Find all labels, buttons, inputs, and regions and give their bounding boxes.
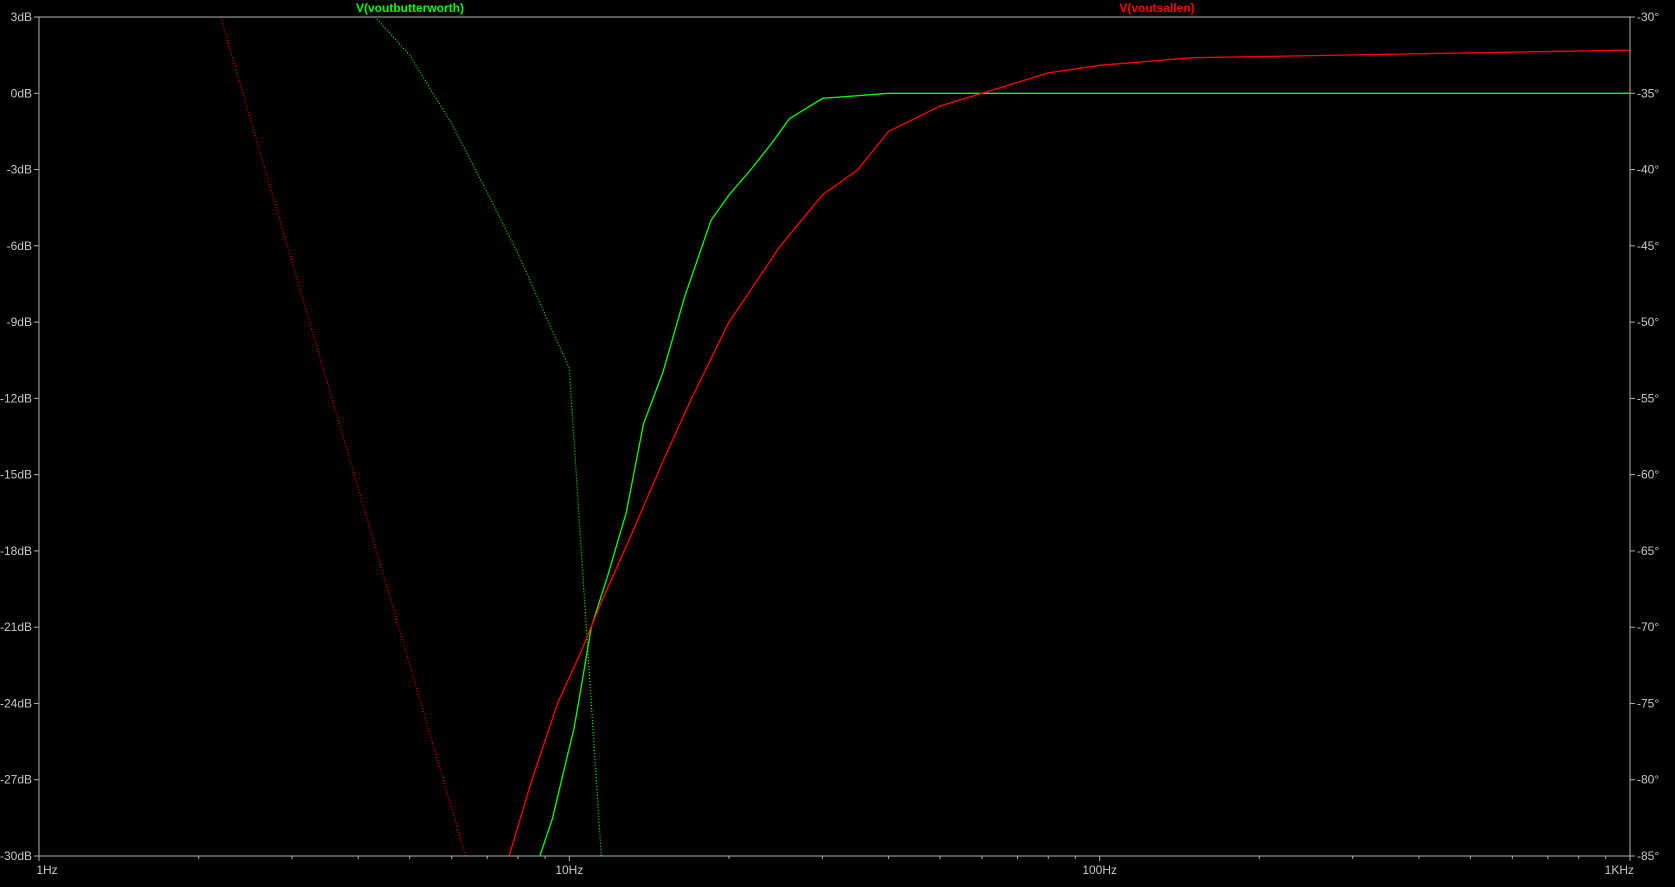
y-right-tick-label: -50° <box>1637 315 1659 329</box>
y-right-tick-label: -30° <box>1637 10 1659 24</box>
y-right-tick-label: -35° <box>1637 86 1659 100</box>
y-left-tick-label: -15dB <box>0 468 32 482</box>
y-left-tick-label: 0dB <box>11 86 32 100</box>
x-tick-label: 1Hz <box>36 863 57 877</box>
y-left-tick-label: 3dB <box>11 10 32 24</box>
y-right-tick-label: -40° <box>1637 163 1659 177</box>
y-right-tick-label: -80° <box>1637 773 1659 787</box>
y-left-tick-label: -18dB <box>0 544 32 558</box>
y-left-tick-label: -21dB <box>0 620 32 634</box>
y-left-tick-label: -6dB <box>7 239 32 253</box>
bode-plot[interactable]: 3dB 0dB -3dB -6dB -9dB -12dB -15dB -18dB -21dB -2… <box>0 0 1675 887</box>
y-left-tick-label: -24dB <box>0 696 32 710</box>
y-right-tick-label: -85° <box>1637 849 1659 863</box>
x-tick-label: 10Hz <box>555 863 583 877</box>
legend-entry: V(voutbutterworth) <box>356 1 464 15</box>
ticks-layer: 3dB 0dB -3dB -6dB -9dB -12dB -15dB -18dB -21dB -2… <box>0 10 1659 877</box>
y-right-tick-label: -70° <box>1637 620 1659 634</box>
legend: V(voutbutterworth) V(voutsallen) <box>356 1 1195 15</box>
series-layer <box>220 17 1630 856</box>
y-right-tick-label: -45° <box>1637 239 1659 253</box>
y-right-tick-label: -55° <box>1637 391 1659 405</box>
x-tick-label: 1KHz <box>1605 863 1634 877</box>
y-right-tick-label: -65° <box>1637 544 1659 558</box>
series-phase-line <box>220 17 467 856</box>
y-left-tick-label: -3dB <box>7 163 32 177</box>
x-tick-label: 100Hz <box>1082 863 1117 877</box>
series-magnitude-line <box>508 49 1630 856</box>
y-left-tick-label: -30dB <box>0 849 32 863</box>
series-magnitude-line <box>539 92 1630 856</box>
y-left-tick-label: -27dB <box>0 773 32 787</box>
y-left-tick-label: -9dB <box>7 315 32 329</box>
y-right-tick-label: -60° <box>1637 468 1659 482</box>
legend-entry: V(voutsallen) <box>1119 1 1194 15</box>
y-right-tick-label: -75° <box>1637 696 1659 710</box>
y-left-tick-label: -12dB <box>0 391 32 405</box>
series-phase-line <box>374 17 602 856</box>
axes-layer <box>38 16 1631 857</box>
